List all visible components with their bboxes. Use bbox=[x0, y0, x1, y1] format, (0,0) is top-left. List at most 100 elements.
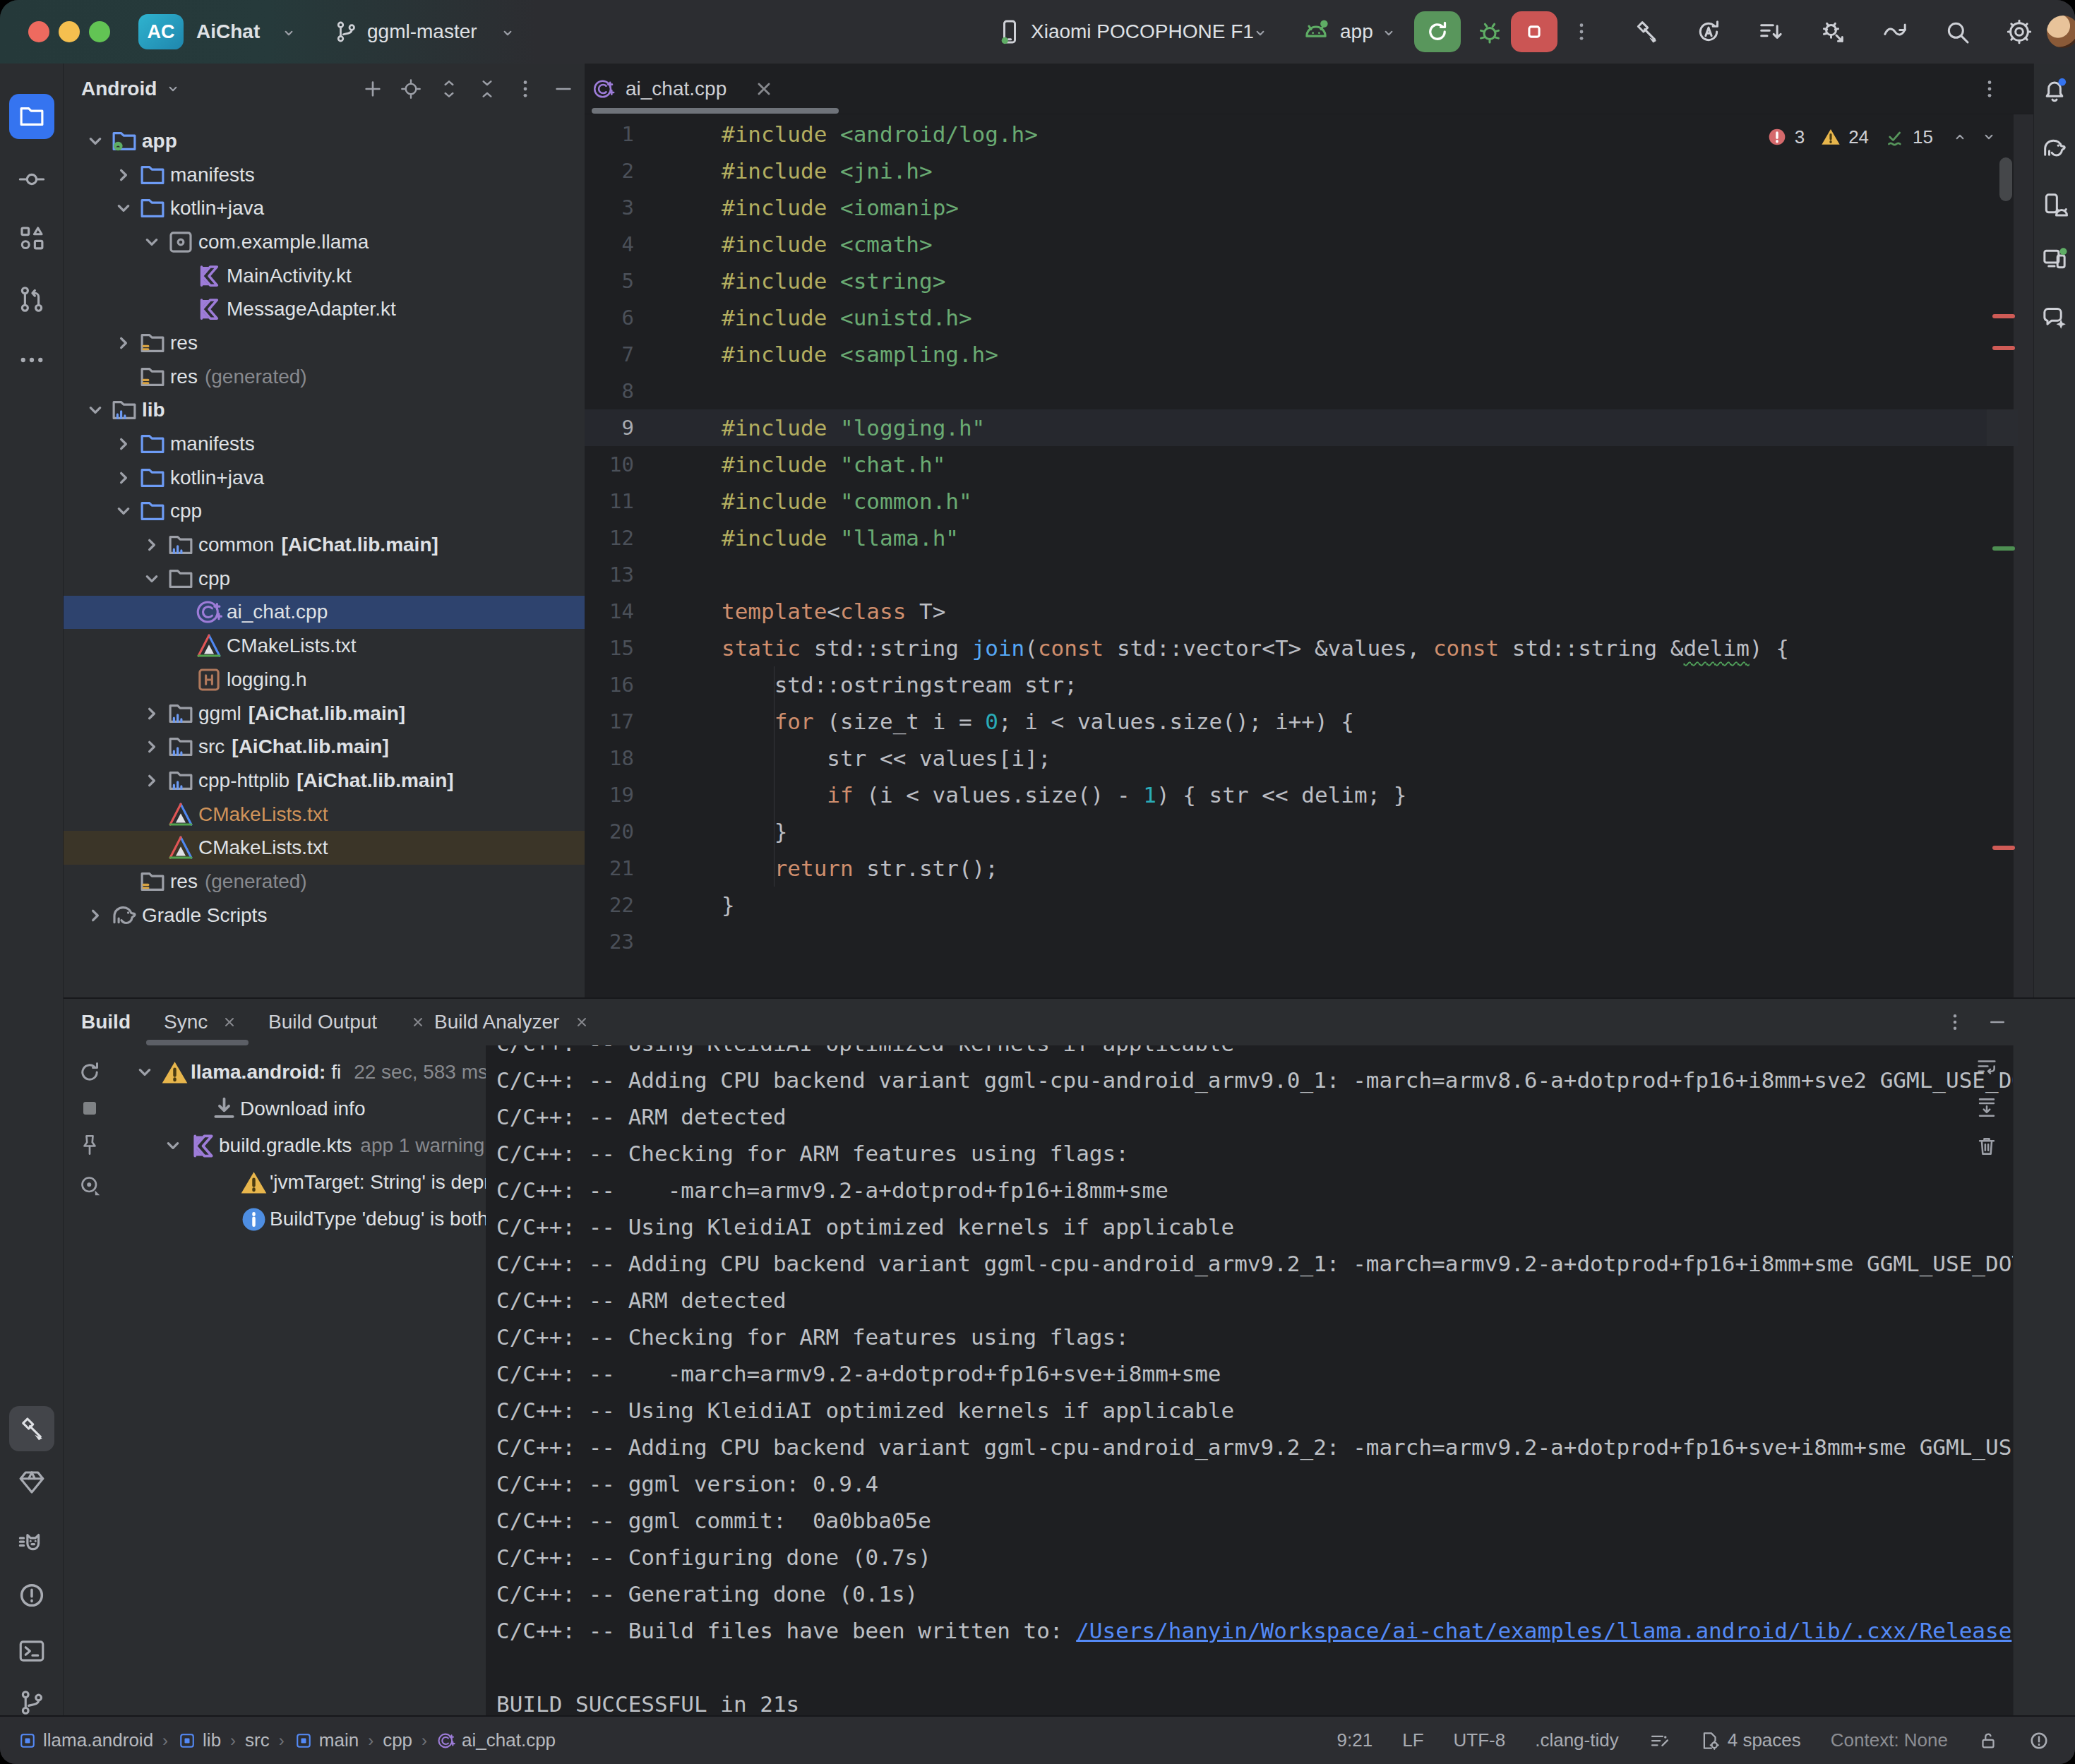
tab-sync[interactable]: Sync bbox=[164, 999, 208, 1045]
code-line-11[interactable]: #include "common.h" bbox=[722, 483, 972, 520]
chevron-down-icon[interactable] bbox=[138, 230, 166, 254]
chevron-right-icon[interactable] bbox=[109, 466, 138, 490]
close-window-button[interactable] bbox=[28, 21, 49, 42]
stripe-notifications[interactable] bbox=[2037, 72, 2072, 107]
app-inspection-icon[interactable] bbox=[1757, 18, 1785, 46]
code-line-4[interactable]: #include <cmath> bbox=[722, 226, 933, 263]
tab-build-analyzer[interactable]: Build Analyzer bbox=[434, 999, 559, 1045]
tree-item-src[interactable]: src[AiChat.lib.main] bbox=[64, 730, 585, 764]
build-inspect-target-icon[interactable] bbox=[77, 1172, 102, 1198]
branch-name[interactable]: ggml-master bbox=[367, 0, 477, 64]
zoom-window-button[interactable] bbox=[89, 21, 110, 42]
close-tab-icon[interactable] bbox=[752, 77, 776, 101]
code-line-5[interactable]: #include <string> bbox=[722, 263, 945, 299]
breadcrumb-ai-chat-cpp[interactable]: ai_chat.cpp bbox=[436, 1729, 556, 1751]
project-toolbar-expand-all-icon[interactable] bbox=[438, 78, 460, 100]
status-notifications-icon[interactable] bbox=[2028, 1730, 2050, 1751]
console-clear-all-icon[interactable] bbox=[1975, 1134, 1999, 1158]
code-line-2[interactable]: #include <jni.h> bbox=[722, 152, 933, 189]
tree-item-cpp[interactable]: cpp bbox=[64, 495, 585, 529]
chevron-right-icon[interactable] bbox=[109, 163, 138, 187]
chevron-right-icon[interactable] bbox=[138, 702, 166, 726]
status-lock-icon[interactable] bbox=[1978, 1730, 1999, 1751]
status-filter-icon[interactable] bbox=[1649, 1730, 1670, 1751]
tree-item-manifests[interactable]: manifests bbox=[64, 158, 585, 192]
tree-item-common[interactable]: common[AiChat.lib.main] bbox=[64, 528, 585, 562]
tree-item-lib[interactable]: lib bbox=[64, 394, 585, 428]
code-line-9[interactable]: #include "logging.h" bbox=[722, 409, 985, 446]
build-tree-item-1[interactable]: Download info bbox=[113, 1091, 486, 1127]
tree-item-cmakelists-txt[interactable]: CMakeLists.txt bbox=[64, 831, 585, 865]
project-toolbar-kebab-icon[interactable] bbox=[514, 78, 537, 100]
stripe-gradle[interactable] bbox=[2037, 131, 2072, 166]
close-build-output-tab-icon[interactable] bbox=[409, 1014, 426, 1031]
status-context[interactable]: Context: None bbox=[1831, 1729, 1948, 1751]
breadcrumb-main[interactable]: main bbox=[294, 1729, 359, 1751]
status-encoding[interactable]: UTF-8 bbox=[1454, 1729, 1506, 1751]
breadcrumb-cpp[interactable]: cpp bbox=[383, 1729, 412, 1751]
stripe-device-manager[interactable] bbox=[2037, 187, 2072, 222]
tree-item-res[interactable]: res bbox=[64, 326, 585, 360]
tree-item-mainactivity-kt[interactable]: MainActivity.kt bbox=[64, 259, 585, 293]
code-line-1[interactable]: #include <android/log.h> bbox=[722, 116, 1038, 152]
build-tree-item-0[interactable]: llama.android: fi22 sec, 583 ms bbox=[113, 1054, 486, 1091]
stripe-project-folder[interactable] bbox=[9, 94, 54, 139]
project-chevron-icon[interactable] bbox=[280, 24, 298, 42]
build-hammer-icon[interactable] bbox=[1632, 18, 1661, 46]
debug-button[interactable] bbox=[1476, 18, 1504, 46]
device-selector[interactable]: Xiaomi POCOPHONE F1 bbox=[1031, 0, 1254, 64]
code-editor[interactable]: 1234567891011121314151617181920212223 #i… bbox=[585, 114, 2033, 997]
device-chevron-icon[interactable] bbox=[1251, 24, 1269, 42]
attach-debugger-icon[interactable] bbox=[1819, 18, 1847, 46]
chevron-down-icon[interactable] bbox=[138, 567, 166, 591]
minimize-window-button[interactable] bbox=[59, 21, 80, 42]
stripe-commit[interactable] bbox=[9, 157, 54, 202]
stripe-terminal[interactable] bbox=[9, 1628, 54, 1674]
code-line-7[interactable]: #include <sampling.h> bbox=[722, 336, 998, 373]
chevron-down-icon[interactable] bbox=[81, 129, 109, 153]
tree-item-cpp[interactable]: cpp bbox=[64, 562, 585, 596]
breadcrumb-llama-android[interactable]: llama.android bbox=[18, 1729, 153, 1751]
code-line-15[interactable]: static std::string join(const std::vecto… bbox=[722, 630, 1789, 666]
run-options-kebab-icon[interactable] bbox=[1570, 20, 1593, 43]
stripe-gemini-chat[interactable] bbox=[2037, 300, 2072, 335]
code-line-21[interactable]: return str.str(); bbox=[722, 850, 998, 887]
stripe-running-devices[interactable] bbox=[2037, 241, 2072, 277]
console-scroll-to-end-icon[interactable] bbox=[1975, 1095, 1999, 1119]
project-view-selector[interactable]: Android bbox=[81, 64, 182, 114]
chevron-right-icon[interactable] bbox=[138, 533, 166, 557]
tree-item-cmakelists-txt[interactable]: CMakeLists.txt bbox=[64, 629, 585, 663]
editor-tab-ai-chat-cpp[interactable]: ai_chat.cpp bbox=[592, 64, 776, 114]
run-button[interactable] bbox=[1414, 11, 1461, 52]
stripe-more[interactable] bbox=[9, 337, 54, 383]
stripe-logcat[interactable] bbox=[9, 1520, 54, 1565]
code-line-18[interactable]: str << values[i]; bbox=[722, 740, 1051, 776]
tree-item-cpp-httplib[interactable]: cpp-httplib[AiChat.lib.main] bbox=[64, 764, 585, 798]
project-toolbar-collapse-all-icon[interactable] bbox=[476, 78, 498, 100]
tree-item-logging-h[interactable]: logging.h bbox=[64, 663, 585, 697]
editor-options-kebab-icon[interactable] bbox=[1978, 78, 2001, 100]
tree-item-app[interactable]: app bbox=[64, 124, 585, 158]
build-console[interactable]: C/C++: -- Using KleidiAI optimized kerne… bbox=[486, 1045, 2013, 1717]
build-sync-refresh-icon[interactable] bbox=[77, 1060, 102, 1085]
ok-stripe-mark[interactable] bbox=[1992, 546, 2015, 551]
editor-scrollbar-thumb[interactable] bbox=[1999, 157, 2012, 201]
code-line-16[interactable]: std::ostringstream str; bbox=[722, 666, 1077, 703]
tree-item-res[interactable]: res(generated) bbox=[64, 360, 585, 394]
build-options-kebab-icon[interactable] bbox=[1944, 1012, 1966, 1033]
chevron-right-icon[interactable] bbox=[109, 331, 138, 355]
code-line-10[interactable]: #include "chat.h" bbox=[722, 446, 945, 483]
branch-chevron-icon[interactable] bbox=[498, 24, 517, 42]
profiler-icon[interactable] bbox=[1694, 18, 1723, 46]
code-line-17[interactable]: for (size_t i = 0; i < values.size(); i+… bbox=[722, 703, 1354, 740]
error-stripe-mark[interactable] bbox=[1992, 346, 2015, 350]
stripe-structure[interactable] bbox=[9, 215, 54, 260]
tree-item-kotlin-java[interactable]: kotlin+java bbox=[64, 461, 585, 495]
tree-item-com-example-llama[interactable]: com.example.llama bbox=[64, 225, 585, 259]
tree-item-res[interactable]: res(generated) bbox=[64, 865, 585, 899]
status-indent[interactable]: 4 spaces bbox=[1699, 1729, 1801, 1751]
code-line-6[interactable]: #include <unistd.h> bbox=[722, 299, 972, 336]
project-toolbar-add-icon[interactable] bbox=[361, 78, 384, 100]
tree-item-ai-chat-cpp[interactable]: ai_chat.cpp bbox=[64, 596, 585, 630]
chevron-down-icon[interactable] bbox=[109, 196, 138, 220]
